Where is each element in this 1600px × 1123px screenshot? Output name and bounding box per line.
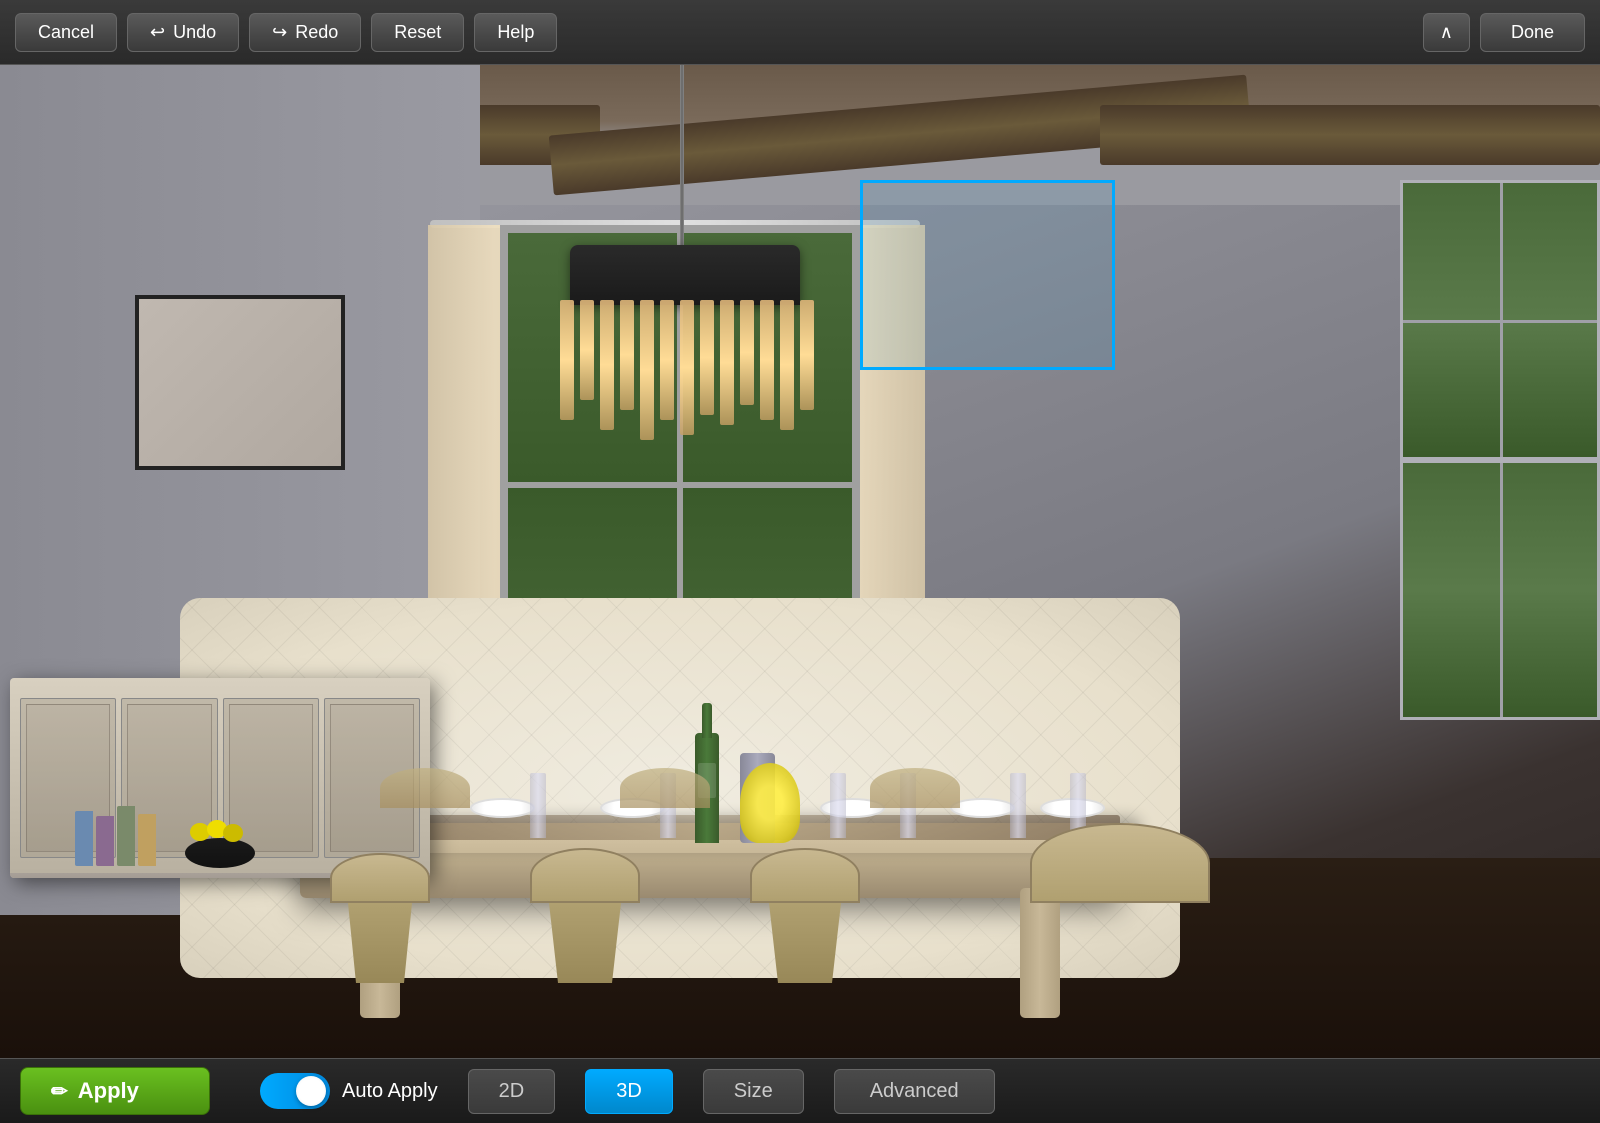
- chair-seat-far: [1030, 823, 1210, 903]
- window-divider-h: [1403, 320, 1597, 323]
- selection-rectangle: [860, 180, 1115, 370]
- crystal-13: [800, 300, 814, 410]
- crystal-11: [760, 300, 774, 420]
- books-group: [75, 796, 156, 866]
- apply-button[interactable]: ✏ Apply: [20, 1067, 210, 1115]
- chair-seat-fl: [330, 853, 430, 903]
- wine-glass-2: [530, 773, 546, 838]
- crystal-7: [680, 300, 694, 435]
- redo-button[interactable]: ↪ Redo: [249, 13, 361, 52]
- cancel-button[interactable]: Cancel: [15, 13, 117, 52]
- undo-icon: ↩: [150, 22, 165, 43]
- chandelier-crystals: [550, 300, 820, 450]
- chair-seat-fc: [530, 848, 640, 903]
- done-button[interactable]: Done: [1480, 13, 1585, 52]
- auto-apply-label: Auto Apply: [342, 1080, 438, 1103]
- view-2d-button[interactable]: 2D: [468, 1069, 556, 1114]
- crystal-12: [780, 300, 794, 430]
- bottom-toolbar: ✏ Apply Auto Apply 2D 3D Size Advanced: [0, 1058, 1600, 1123]
- book-1: [75, 811, 93, 866]
- chair-back-seat-l: [380, 768, 470, 808]
- auto-apply-section: Auto Apply: [260, 1073, 438, 1109]
- crystal-3: [600, 300, 614, 430]
- chair-far-right: [1030, 823, 1210, 903]
- window-frame-horizontal: [508, 482, 852, 488]
- size-button[interactable]: Size: [703, 1069, 804, 1114]
- chair-front-center: [530, 848, 640, 903]
- fruit-bowl: [185, 838, 255, 868]
- crystal-5: [640, 300, 654, 440]
- redo-icon: ↪: [272, 22, 287, 43]
- crystal-9: [720, 300, 734, 425]
- crystal-4: [620, 300, 634, 410]
- scene-viewport[interactable]: [0, 65, 1600, 1058]
- wine-glass-4: [830, 773, 846, 838]
- window-right-top: [1400, 180, 1600, 460]
- table-leg-right: [1020, 888, 1060, 1018]
- pencil-icon: ✏: [51, 1079, 68, 1104]
- crystal-10: [740, 300, 754, 405]
- book-ledger: [138, 814, 156, 866]
- top-toolbar: Cancel ↩ Undo ↪ Redo Reset Help ∧ Done: [0, 0, 1600, 65]
- auto-apply-toggle[interactable]: [260, 1073, 330, 1109]
- crystal-1: [560, 300, 574, 420]
- chair-seat-fr: [750, 848, 860, 903]
- chair-front-left: [330, 853, 430, 903]
- advanced-button[interactable]: Advanced: [834, 1069, 995, 1114]
- chair-back-center: [620, 768, 710, 808]
- crystal-8: [700, 300, 714, 415]
- chair-back-seat-r: [870, 768, 960, 808]
- collapse-button[interactable]: ∧: [1423, 13, 1470, 52]
- view-3d-button[interactable]: 3D: [585, 1069, 673, 1114]
- toggle-track: [260, 1073, 330, 1109]
- chair-back-left: [380, 768, 470, 808]
- beam-3: [1100, 105, 1600, 165]
- book-2: [96, 816, 114, 866]
- plate-2: [470, 798, 535, 818]
- undo-button[interactable]: ↩ Undo: [127, 13, 239, 52]
- picture-frame: [135, 295, 345, 470]
- bottle-neck: [702, 703, 712, 738]
- chair-front-right: [750, 848, 860, 903]
- help-button[interactable]: Help: [474, 13, 557, 52]
- crystal-6: [660, 300, 674, 420]
- chandelier-ring: [570, 245, 800, 305]
- chair-back-seat-c: [620, 768, 710, 808]
- crystal-2: [580, 300, 594, 400]
- window-divider-v2: [1500, 463, 1503, 717]
- chair-back-right: [870, 768, 960, 808]
- chevron-up-icon: ∧: [1440, 22, 1453, 42]
- book-3: [117, 806, 135, 866]
- wine-glass-6: [1010, 773, 1026, 838]
- toggle-knob: [296, 1076, 326, 1106]
- flower-bunch: [740, 763, 800, 843]
- reset-button[interactable]: Reset: [371, 13, 464, 52]
- fruit-3: [223, 824, 243, 842]
- chandelier-chain: [680, 65, 684, 245]
- window-right-bottom: [1400, 460, 1600, 720]
- yellow-flowers: [730, 743, 810, 843]
- chandelier: [550, 245, 820, 445]
